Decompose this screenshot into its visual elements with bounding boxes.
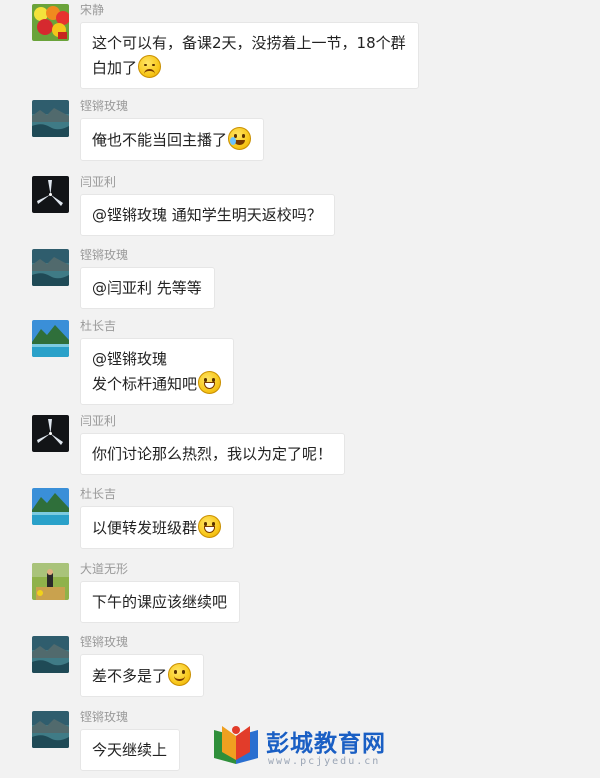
message-bubble[interactable]: 俺也不能当回主播了	[80, 118, 265, 161]
message-text: 今天继续上	[92, 741, 168, 759]
message-bubble[interactable]: 这个可以有，备课2天，没捞着上一节，18个群 白加了	[80, 22, 419, 89]
watermark-title: 彭城教育网	[266, 731, 386, 757]
message-bubble[interactable]: 今天继续上	[80, 729, 181, 771]
message-text: 以便转发班级群	[92, 519, 198, 537]
chat-history: 宋静 这个可以有，备课2天，没捞着上一节，18个群 白加了 铿锵玫瑰 俺也不能当…	[0, 0, 600, 778]
sender-name: 闫亚利	[80, 414, 117, 428]
watermark-url: www.pcjyedu.cn	[268, 756, 381, 767]
sender-name: 铿锵玫瑰	[80, 635, 129, 649]
message-bubble[interactable]: 你们讨论那么热烈，我以为定了呢！	[80, 433, 346, 475]
sender-name: 铿锵玫瑰	[80, 710, 129, 724]
windmill-avatar[interactable]	[32, 415, 69, 452]
message-bubble[interactable]: 下午的课应该继续吧	[80, 581, 241, 623]
message-text: 俺也不能当回主播了	[92, 131, 228, 149]
message-bubble[interactable]: @铿锵玫瑰 发个标杆通知吧	[80, 338, 235, 405]
message-bubble[interactable]: 差不多是了	[80, 654, 205, 697]
sender-name: 杜长吉	[80, 319, 117, 333]
message-text: 你们讨论那么热烈，我以为定了呢！	[92, 445, 333, 463]
lake-avatar[interactable]	[32, 636, 69, 673]
book-logo-icon	[214, 726, 258, 764]
sender-name: 宋静	[80, 3, 105, 17]
message-text: 这个可以有，备课2天，没捞着上一节，18个群	[92, 34, 406, 52]
message-text: @铿锵玫瑰 通知学生明天返校吗？	[92, 206, 322, 224]
lake-avatar[interactable]	[32, 711, 69, 748]
crying-emoji-icon	[228, 127, 252, 150]
site-watermark: 彭城教育网 www.pcjyedu.cn	[210, 722, 410, 774]
mountain-lake-avatar[interactable]	[32, 320, 69, 357]
windmill-avatar[interactable]	[32, 176, 69, 213]
sender-name: 大道无形	[80, 562, 129, 576]
message-bubble[interactable]: @铿锵玫瑰 通知学生明天返校吗？	[80, 194, 335, 236]
message-text: 发个标杆通知吧	[92, 375, 198, 393]
sweat-emoji-icon	[138, 55, 162, 78]
smiling-emoji-icon	[168, 663, 192, 686]
sender-name: 杜长吉	[80, 487, 117, 501]
grinning-emoji-icon	[198, 371, 222, 394]
sender-name: 铿锵玫瑰	[80, 99, 129, 113]
outdoor-person-avatar[interactable]	[32, 563, 69, 600]
message-bubble[interactable]: 以便转发班级群	[80, 506, 235, 549]
message-text: @铿锵玫瑰	[92, 350, 168, 368]
lake-avatar[interactable]	[32, 100, 69, 137]
message-text: 下午的课应该继续吧	[92, 593, 228, 611]
message-text: 白加了	[92, 59, 138, 77]
message-text: 差不多是了	[92, 667, 168, 685]
grinning-emoji-icon	[198, 515, 222, 538]
sender-name: 闫亚利	[80, 175, 117, 189]
message-bubble[interactable]: @闫亚利 先等等	[80, 267, 215, 309]
mountain-lake-avatar[interactable]	[32, 488, 69, 525]
sender-name: 铿锵玫瑰	[80, 248, 129, 262]
flowers-avatar[interactable]	[32, 4, 69, 41]
lake-avatar[interactable]	[32, 249, 69, 286]
message-text: @闫亚利 先等等	[92, 279, 202, 297]
